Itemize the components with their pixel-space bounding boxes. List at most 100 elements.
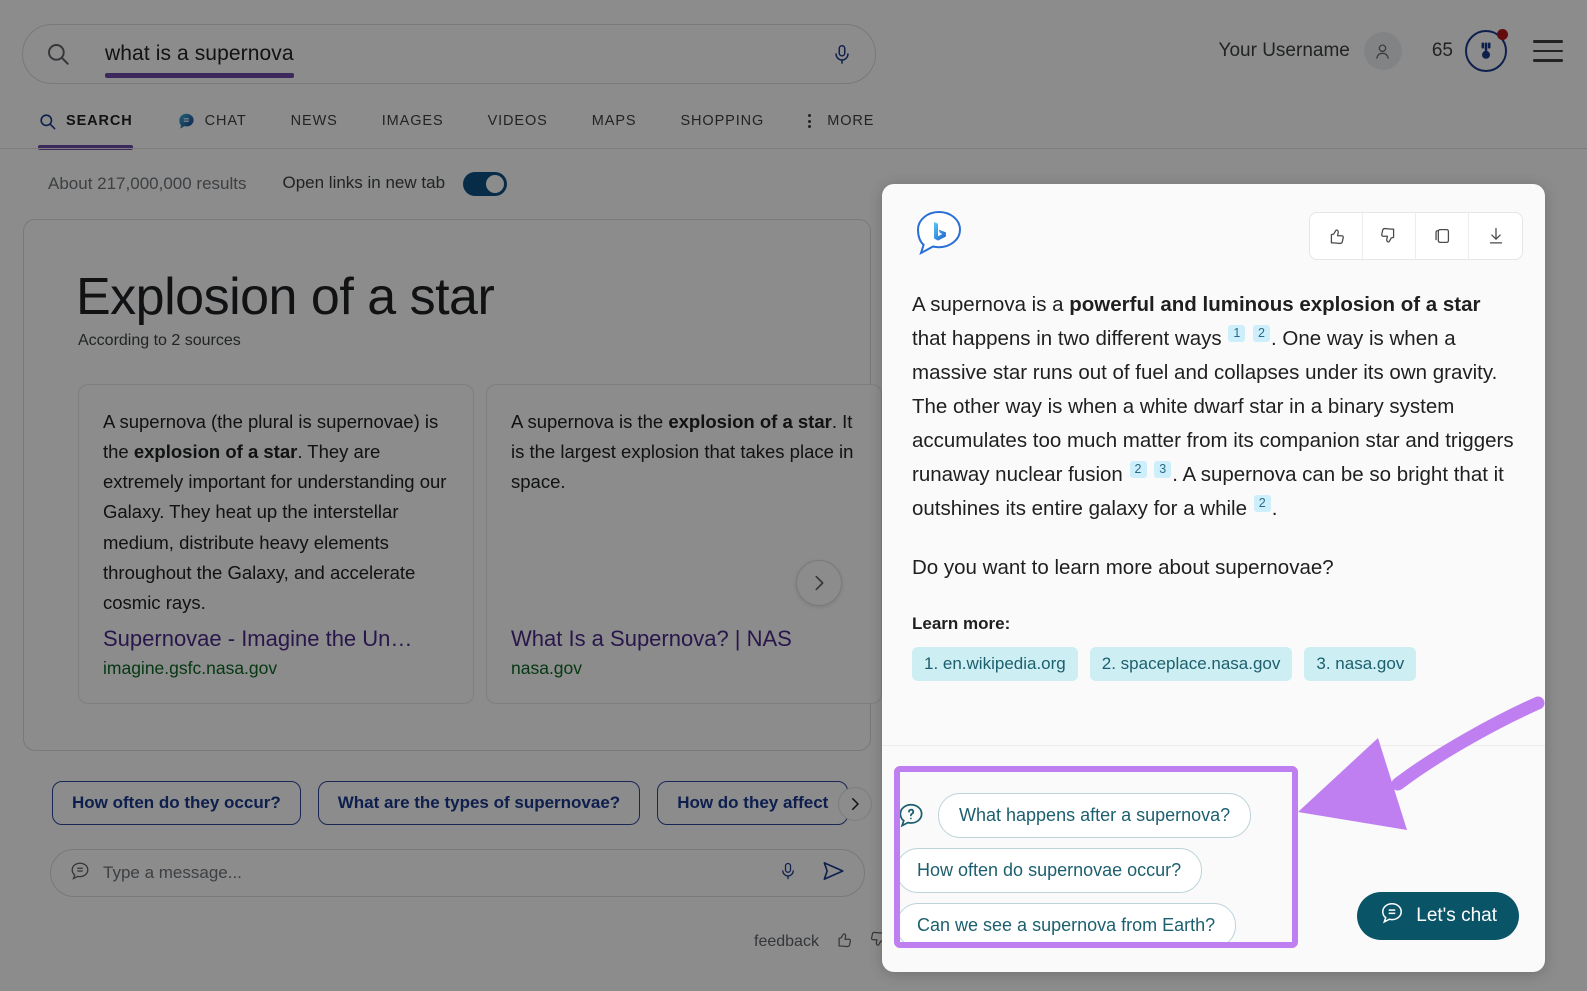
chat-answer-body: A supernova is a powerful and luminous e…	[882, 288, 1545, 862]
search-icon	[45, 41, 71, 67]
microphone-icon[interactable]	[831, 39, 853, 69]
source-chip[interactable]: 3. nasa.gov	[1304, 647, 1417, 682]
citation-ref[interactable]: 2	[1253, 325, 1270, 343]
suggestion-button[interactable]: What happens after a supernova?	[938, 793, 1252, 838]
tab-news[interactable]: NEWS	[269, 100, 360, 142]
answer-actions	[1309, 212, 1523, 260]
header-right: Your Username 65	[1218, 29, 1563, 72]
chevron-right-icon[interactable]	[838, 787, 872, 821]
notification-dot	[1497, 29, 1508, 40]
lets-chat-label: Let's chat	[1416, 905, 1497, 926]
lets-chat-button[interactable]: Let's chat	[1357, 892, 1519, 940]
suggestion-button[interactable]: How often do supernovae occur?	[896, 848, 1203, 893]
open-links-toggle[interactable]	[463, 172, 508, 196]
open-links-label: Open links in new tab	[282, 173, 446, 193]
tab-label: SEARCH	[66, 113, 133, 129]
download-icon[interactable]	[1469, 213, 1522, 259]
answer-card: Explosion of a star According to 2 sourc…	[23, 219, 882, 751]
source-link[interactable]: What Is a Supernova? | NAS	[511, 625, 867, 653]
citation-ref[interactable]: 3	[1154, 461, 1172, 479]
tab-label: IMAGES	[381, 113, 444, 129]
chat-followup-question: Do you want to learn more about supernov…	[912, 556, 1334, 580]
results-meta-row: About 217,000,000 results Open links in …	[48, 172, 508, 196]
chevron-right-icon[interactable]	[796, 560, 842, 606]
open-links-toggle-wrap[interactable]: Open links in new tab	[282, 172, 508, 196]
thumbs-down-icon[interactable]	[1363, 213, 1416, 259]
tab-label: MORE	[827, 113, 875, 129]
suggestion-row: Can we see a supernova from Earth?	[896, 903, 1311, 948]
tab-videos[interactable]: VIDEOS	[466, 100, 570, 142]
microphone-icon[interactable]	[778, 858, 798, 889]
citation-ref[interactable]: 1	[1228, 325, 1246, 343]
source-url: nasa.gov	[511, 658, 583, 678]
tab-maps[interactable]: MAPS	[570, 100, 659, 142]
source-footer: What Is a Supernova? | NAS nasa.gov	[511, 625, 867, 680]
search-icon	[38, 112, 57, 131]
avatar[interactable]	[1363, 32, 1402, 70]
source-url: imagine.gsfc.nasa.gov	[103, 658, 278, 678]
page-root: what is a supernova Your Username 65 SEA…	[0, 0, 1587, 991]
message-input-bar[interactable]: Type a message...	[50, 849, 865, 897]
source-snippet: A supernova is the explosion of a star. …	[511, 411, 854, 493]
citation-ref[interactable]: 2	[1129, 461, 1147, 479]
results-count: About 217,000,000 results	[48, 174, 247, 193]
tab-label: NEWS	[290, 113, 338, 129]
username-label: Your Username	[1218, 40, 1350, 61]
search-input-underline	[105, 73, 294, 78]
citation-ref[interactable]: 2	[1253, 495, 1271, 513]
tab-label: CHAT	[204, 113, 247, 129]
tab-chat[interactable]: CHAT	[155, 100, 269, 142]
related-chip[interactable]: How do they affect	[657, 781, 849, 825]
source-card[interactable]: A supernova is the explosion of a star. …	[486, 384, 882, 704]
tab-images[interactable]: IMAGES	[360, 100, 466, 142]
kebab-menu-icon	[808, 114, 812, 128]
source-chip[interactable]: 2. spaceplace.nasa.gov	[1089, 647, 1293, 682]
tab-shopping[interactable]: SHOPPING	[658, 100, 786, 142]
hamburger-menu-icon[interactable]	[1533, 40, 1563, 62]
answer-subtitle: According to 2 sources	[78, 332, 241, 349]
page-title: Explosion of a star	[76, 268, 495, 326]
nav-tabs: SEARCH CHAT NEWS IMAGES VIDEOS MAPS SHOP…	[38, 100, 896, 150]
tab-label: SHOPPING	[680, 113, 765, 129]
source-footer: Supernovae - Imagine the Un… imagine.gsf…	[103, 625, 459, 680]
chat-answer-panel: A supernova is a powerful and luminous e…	[882, 184, 1545, 972]
suggestion-row: How often do supernovae occur?	[896, 848, 1311, 893]
message-input[interactable]: Type a message...	[103, 863, 242, 883]
send-icon[interactable]	[820, 858, 846, 889]
prompt-bubble-icon	[69, 860, 91, 887]
suggested-questions: What happens after a supernova? How ofte…	[896, 793, 1311, 958]
suggestion-button[interactable]: Can we see a supernova from Earth?	[896, 903, 1237, 948]
thumbs-up-icon[interactable]	[1310, 213, 1363, 259]
related-chip[interactable]: How often do they occur?	[52, 781, 301, 825]
tab-label: MAPS	[591, 113, 637, 129]
bing-chat-logo	[912, 208, 966, 262]
suggestions-divider	[882, 745, 1545, 746]
learn-more-label: Learn more:	[912, 614, 1011, 634]
search-bar[interactable]: what is a supernova	[22, 24, 876, 84]
related-questions: How often do they occur? What are the ty…	[52, 781, 849, 825]
suggestion-row: What happens after a supernova?	[896, 793, 1311, 838]
tab-search[interactable]: SEARCH	[38, 100, 155, 150]
copy-icon[interactable]	[1416, 213, 1469, 259]
thumbs-up-icon[interactable]	[833, 929, 854, 955]
tab-more[interactable]: MORE	[786, 100, 896, 142]
feedback-row: feedback	[754, 929, 889, 955]
feedback-label: feedback	[754, 933, 819, 950]
source-chip[interactable]: 1. en.wikipedia.org	[912, 647, 1078, 682]
chat-bubble-icon	[177, 112, 196, 131]
medal-icon[interactable]	[1465, 29, 1508, 72]
chat-answer-text: A supernova is a powerful and luminous e…	[912, 293, 1514, 521]
related-chip[interactable]: What are the types of supernovae?	[317, 781, 641, 825]
score-label: 65	[1431, 40, 1453, 61]
search-input-wrap[interactable]: what is a supernova	[105, 42, 294, 78]
search-input[interactable]: what is a supernova	[105, 42, 294, 65]
tab-label: VIDEOS	[487, 113, 548, 129]
learn-more-list: 1. en.wikipedia.org 2. spaceplace.nasa.g…	[912, 647, 1515, 682]
prompt-bubble-icon	[1379, 900, 1405, 932]
source-link[interactable]: Supernovae - Imagine the Un…	[103, 625, 459, 653]
source-card-list: A supernova (the plural is supernovae) i…	[78, 384, 882, 704]
message-actions	[778, 858, 846, 889]
tabs-divider	[0, 148, 1587, 149]
source-snippet: A supernova (the plural is supernovae) i…	[103, 411, 447, 613]
source-card[interactable]: A supernova (the plural is supernovae) i…	[78, 384, 474, 704]
